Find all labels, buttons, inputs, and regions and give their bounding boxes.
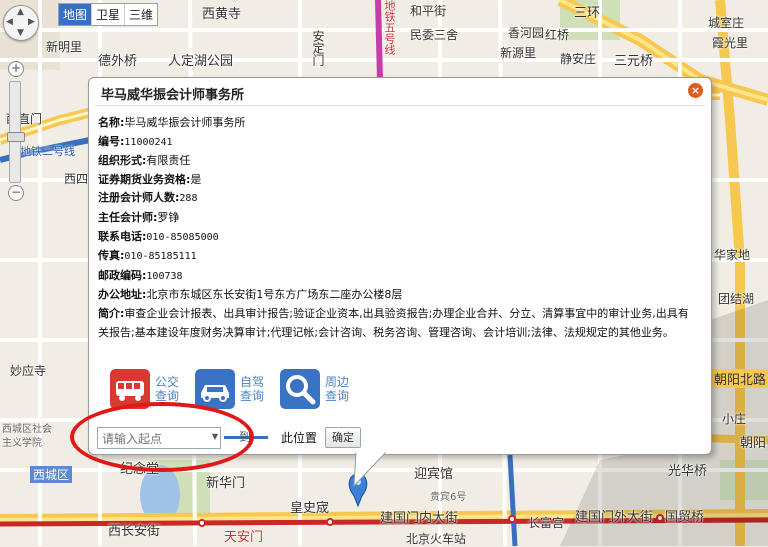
map-label: 新明里 xyxy=(46,40,83,54)
fax-number: 010-85185111 xyxy=(124,251,197,263)
map-label: 朝阳北路 xyxy=(712,369,768,388)
map-label: 长富宫 xyxy=(528,516,565,530)
map-label: 民委三舍 xyxy=(410,28,459,42)
route-destination-label: 此位置 xyxy=(281,431,318,445)
map-label: 新华门 xyxy=(206,476,246,491)
field-label: 名称: xyxy=(98,116,125,129)
map-label: 皇史宬 xyxy=(290,501,330,516)
cpa-count: 288 xyxy=(179,193,198,205)
map-label: 地铁五号线 xyxy=(383,0,396,55)
map-label: 朝阳 xyxy=(740,436,767,451)
map-label: 德外桥 xyxy=(98,54,138,69)
map-label: 天安门 xyxy=(224,530,264,545)
magnifier-icon xyxy=(280,369,320,409)
map-type-switch: 地图 卫星 三维 xyxy=(58,3,159,26)
drive-query-button[interactable]: 自驾查询 xyxy=(195,369,268,409)
field-label: 注册会计师人数: xyxy=(98,191,180,205)
map-label: 新源里 xyxy=(500,46,537,60)
popup-title: 毕马威华振会计师事务所 xyxy=(101,88,245,103)
map-label: 迎宾馆 xyxy=(414,467,454,482)
zoom-in-button[interactable]: + xyxy=(8,61,24,77)
company-info: 名称:毕马威华振会计师事务所 编号:11000241 组织形式:有限责任 证券期… xyxy=(98,114,698,342)
map-label: 红桥 xyxy=(545,28,570,42)
postal-code: 100738 xyxy=(146,270,183,282)
office-address: 北京市东城区东长安街1号东方广场东二座办公楼8层 xyxy=(146,288,403,302)
popup-pointer xyxy=(353,452,387,488)
map-type-map-tab[interactable]: 地图 xyxy=(59,4,93,25)
map-label: 静安庄 xyxy=(560,52,597,66)
map-type-satellite-tab[interactable]: 卫星 xyxy=(92,4,126,25)
map-label: 建国门外大街 xyxy=(575,510,654,525)
map-label: 西黄寺 xyxy=(202,7,242,22)
nearby-query-button[interactable]: 周边查询 xyxy=(280,369,353,409)
zoom-slider-thumb[interactable] xyxy=(7,131,25,142)
map-label: 国贸桥 xyxy=(665,510,705,525)
bus-query-label: 公交查询 xyxy=(155,375,180,403)
phone-number: 010-85085000 xyxy=(146,231,219,243)
nearby-query-label: 周边查询 xyxy=(325,375,350,403)
org-form: 有限责任 xyxy=(146,154,191,168)
map-label: 三环 xyxy=(574,6,601,21)
field-label: 证券期货业务资格: xyxy=(98,172,191,186)
map-label: 主义学院 xyxy=(2,438,42,449)
pan-right-icon[interactable]: ▶ xyxy=(28,18,35,27)
confirm-button[interactable]: 确定 xyxy=(325,427,361,448)
company-name: 毕马威华振会计师事务所 xyxy=(124,116,246,129)
field-label: 简介: xyxy=(98,306,125,320)
map-label: 妙应寺 xyxy=(10,364,47,378)
pan-left-icon[interactable]: ◀ xyxy=(6,18,13,27)
info-popup: 毕马威华振会计师事务所 × 名称:毕马威华振会计师事务所 编号:11000241… xyxy=(88,77,712,455)
highlight-annotation-ring xyxy=(70,402,254,472)
zoom-out-button[interactable]: − xyxy=(8,185,24,201)
map-label: 团结湖 xyxy=(718,292,755,306)
map-label: 西四 xyxy=(64,172,89,186)
drive-query-label: 自驾查询 xyxy=(240,375,265,403)
close-icon[interactable]: × xyxy=(688,83,703,98)
map-label: 安定门 xyxy=(311,30,325,66)
field-label: 主任会计师: xyxy=(98,210,158,224)
zoom-slider[interactable] xyxy=(7,81,25,183)
field-label: 邮政编码: xyxy=(98,268,147,282)
pan-up-icon[interactable]: ▲ xyxy=(17,8,24,17)
car-icon xyxy=(195,369,235,409)
pan-control[interactable]: ▲ ◀ ▶ ▼ xyxy=(3,5,39,41)
map-label: 香河园 xyxy=(508,26,545,40)
map-label: 人定湖公园 xyxy=(168,54,234,69)
securities-qualification: 是 xyxy=(190,172,202,186)
head-accountant: 罗铮 xyxy=(157,210,180,224)
map-label: 和平街 xyxy=(410,4,447,18)
field-label: 编号: xyxy=(98,134,125,148)
company-id: 11000241 xyxy=(124,136,173,148)
map-label: 西城区 xyxy=(30,466,73,483)
map-label: 三元桥 xyxy=(614,54,654,69)
map-label: 西长安街 xyxy=(108,524,161,539)
map-label: 建国门内大街 xyxy=(380,511,459,526)
map-label: 北京火车站 xyxy=(406,532,467,546)
map-type-3d-tab[interactable]: 三维 xyxy=(125,4,157,25)
company-introduction: 审查企业会计报表、出具审计报告;验证企业资本,出具验资报告;办理企业合并、分立、… xyxy=(98,306,689,339)
map-label: 贵宾6号 xyxy=(430,492,467,503)
map-navigation-control: ▲ ◀ ▶ ▼ + − xyxy=(3,5,39,201)
map-label: 城室庄 xyxy=(708,16,745,30)
map-label: 西城区社会 xyxy=(2,424,52,435)
map-label: 光华桥 xyxy=(668,464,708,479)
field-label: 传真: xyxy=(98,249,125,263)
map-label: 小庄 xyxy=(722,412,747,426)
field-label: 联系电话: xyxy=(98,229,147,243)
field-label: 办公地址: xyxy=(98,288,147,302)
pan-down-icon[interactable]: ▼ xyxy=(17,29,24,38)
map-label: 霞光里 xyxy=(712,36,749,50)
field-label: 组织形式: xyxy=(98,154,147,168)
map-label: 华家地 xyxy=(714,248,751,262)
popup-divider xyxy=(95,105,705,106)
